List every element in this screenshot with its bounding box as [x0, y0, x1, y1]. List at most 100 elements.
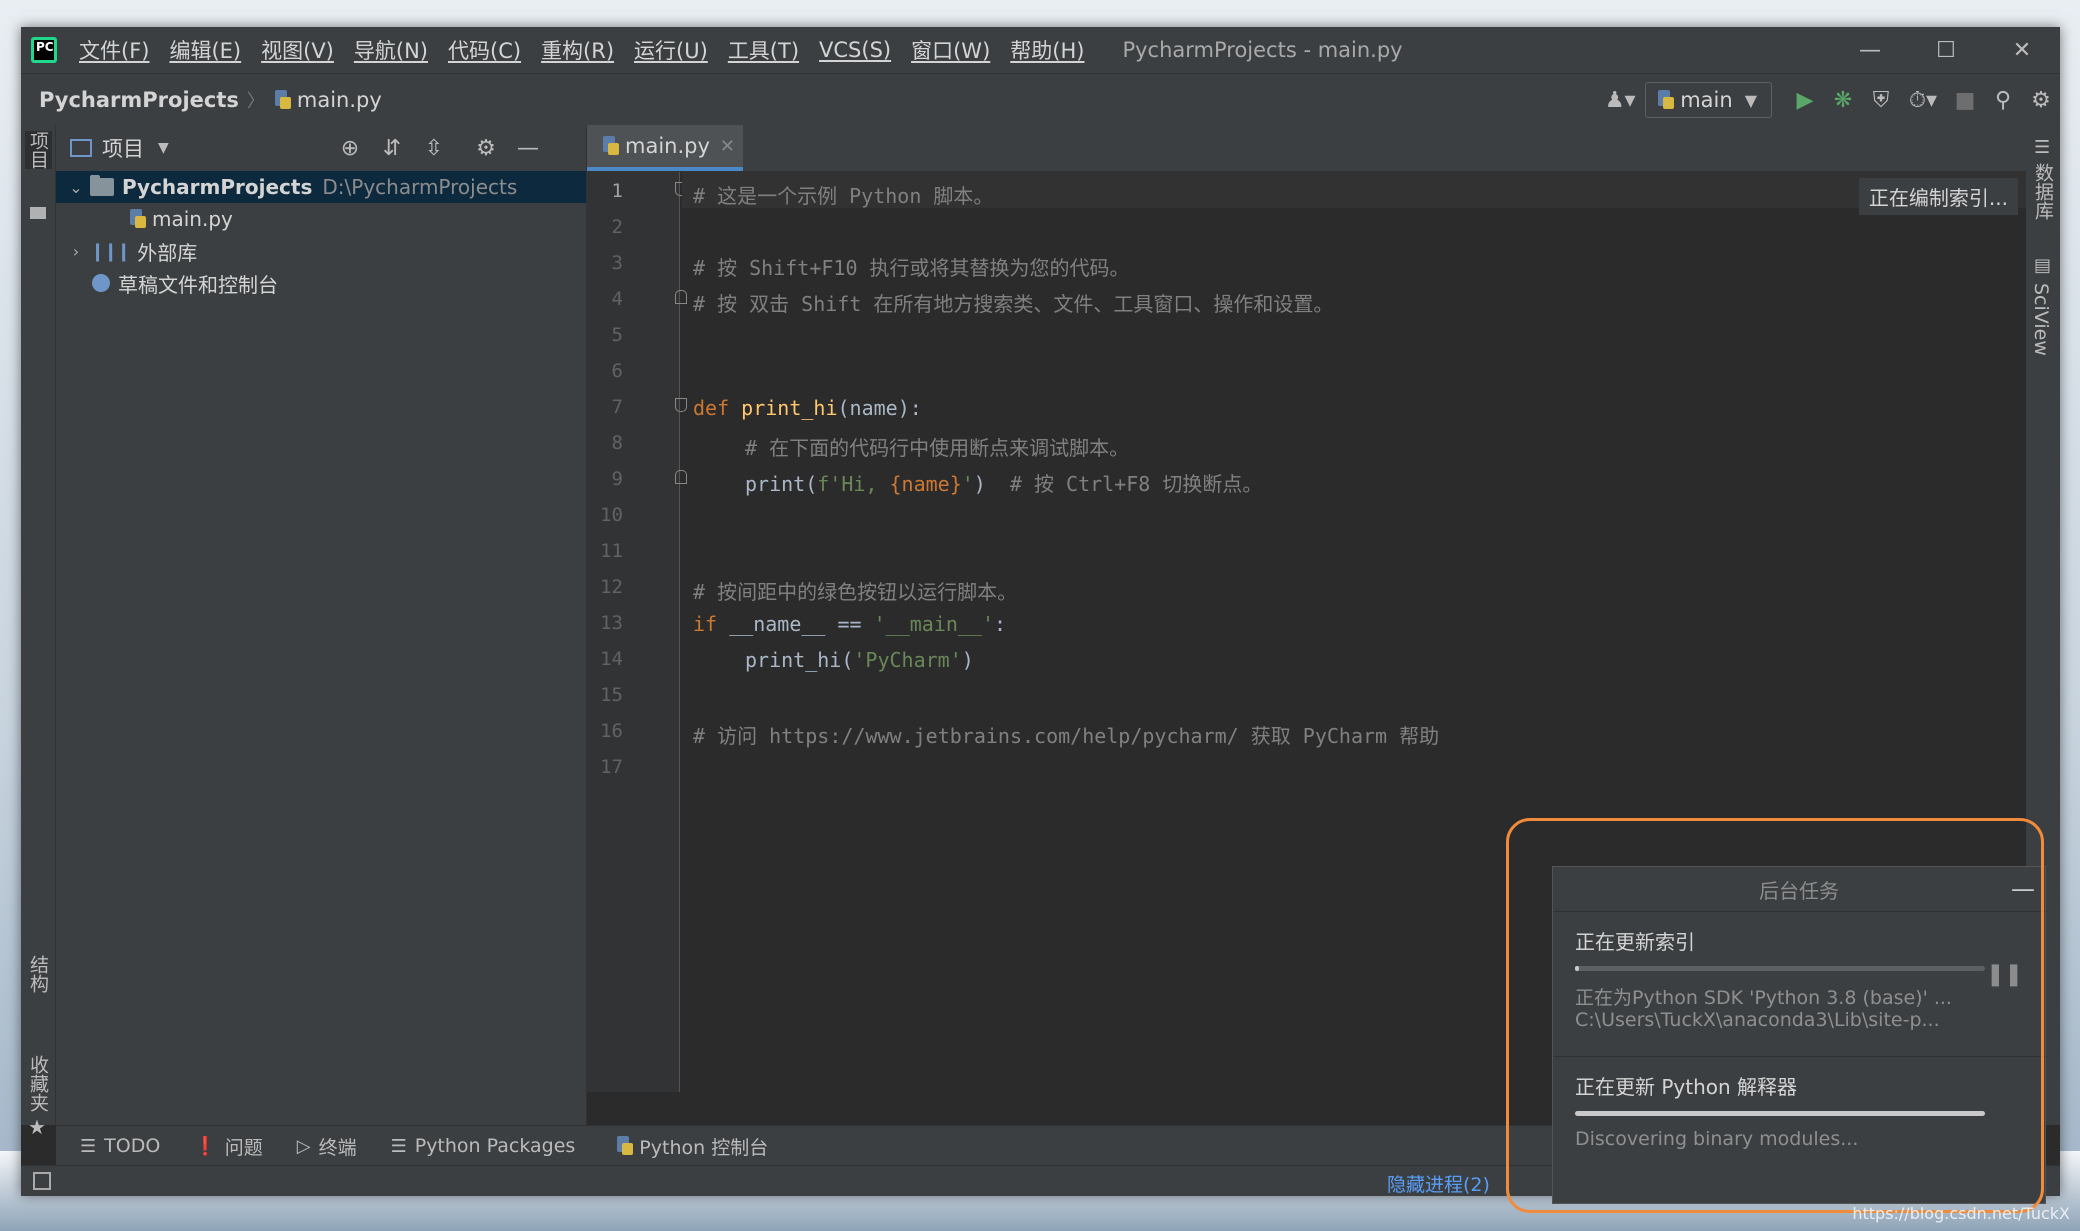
list-icon: ☰: [80, 1135, 97, 1157]
favorites-tool-tab[interactable]: 收藏夹: [25, 1055, 52, 1112]
hidden-processes-link[interactable]: 隐藏进程(2): [1387, 1170, 1490, 1197]
maximize-icon[interactable]: ☐: [1908, 27, 1984, 73]
debug-icon[interactable]: ❋: [1824, 74, 1862, 126]
terminal-tool-button[interactable]: ▷ 终端: [297, 1133, 357, 1160]
locate-icon[interactable]: ⊕: [330, 125, 370, 171]
navigation-bar: PycharmProjects 〉 main.py ♟▾ main ▼ ▶ ❋ …: [21, 73, 2060, 127]
window-title: PycharmProjects - main.py: [1122, 38, 1403, 62]
menu-help[interactable]: 帮助(H): [1000, 35, 1094, 65]
fold-marker-icon[interactable]: [675, 290, 687, 304]
logo-text: PC: [36, 40, 54, 54]
tab-main-py[interactable]: main.py ✕: [587, 125, 743, 171]
tab-label: main.py: [625, 134, 710, 158]
chevron-right-icon[interactable]: ›: [66, 242, 86, 261]
tree-item-main-py[interactable]: main.py: [56, 203, 586, 235]
toggle-tool-windows-icon[interactable]: [33, 1172, 51, 1190]
code-text: :: [994, 612, 1007, 636]
project-panel-header: 项目 ▼ ⊕ ⇵ ⇳ ⚙ —: [56, 125, 586, 171]
tool-label: 终端: [318, 1136, 357, 1159]
tool-label: Python 控制台: [639, 1136, 769, 1159]
sciview-icon: ▤: [2034, 255, 2052, 276]
indexing-status: 正在编制索引...: [1858, 178, 2018, 215]
project-tool-tab[interactable]: 项目: [25, 131, 52, 169]
code-interpolation: {name}: [889, 472, 962, 496]
close-icon[interactable]: ✕: [1984, 27, 2060, 73]
user-icon[interactable]: ♟▾: [1595, 74, 1645, 126]
tool-label: Python Packages: [414, 1135, 576, 1157]
python-icon: [615, 1136, 634, 1156]
menu-refactor[interactable]: 重构(R): [531, 35, 624, 65]
breadcrumb-file[interactable]: main.py: [297, 88, 382, 112]
collapse-all-icon[interactable]: ⇳: [414, 125, 454, 171]
menu-tools[interactable]: 工具(T): [718, 35, 809, 65]
tool-label: TODO: [104, 1135, 161, 1157]
menu-run[interactable]: 运行(U): [624, 35, 718, 65]
menu-code[interactable]: 代码(C): [438, 35, 531, 65]
layers-icon: ☰: [390, 1135, 407, 1157]
menu-file[interactable]: 文件(F): [69, 35, 159, 65]
menu-navigate[interactable]: 导航(N): [344, 35, 438, 65]
fold-marker-icon[interactable]: [675, 470, 687, 484]
run-config-select[interactable]: main ▼: [1645, 82, 1772, 118]
code-line-16: # 访问 https://www.jetbrains.com/help/pych…: [693, 724, 1440, 748]
coverage-icon[interactable]: ⛨: [1862, 74, 1900, 126]
chevron-down-icon[interactable]: ⌄: [66, 178, 86, 197]
structure-tool-tab[interactable]: 结构: [25, 955, 52, 993]
problems-tool-button[interactable]: ❗ 问题: [194, 1133, 262, 1160]
code-line-3: # 按 Shift+F10 执行或将其替换为您的代码。: [693, 256, 1130, 280]
project-panel-title[interactable]: 项目: [102, 133, 144, 163]
close-tab-icon[interactable]: ✕: [720, 136, 735, 157]
fold-marker-icon[interactable]: [675, 398, 687, 412]
tree-item-external-libs[interactable]: › ❙❙❙ 外部库: [56, 235, 586, 267]
breadcrumb-separator-icon: 〉: [246, 91, 265, 112]
python-console-tool-button[interactable]: Python 控制台: [615, 1133, 768, 1160]
todo-tool-button[interactable]: ☰ TODO: [80, 1135, 160, 1157]
library-icon: ❙❙❙: [90, 240, 131, 262]
tool-label: 问题: [224, 1136, 263, 1159]
menu-view[interactable]: 视图(V): [251, 35, 344, 65]
run-icon[interactable]: ▶: [1786, 74, 1824, 126]
line-number: 16: [600, 720, 623, 742]
menu-window[interactable]: 窗口(W): [901, 35, 1000, 65]
line-number: 12: [600, 576, 623, 598]
profile-icon[interactable]: ⏱▾: [1900, 74, 1946, 126]
code-text: ): [973, 472, 1010, 496]
tree-item-path: D:\PycharmProjects: [322, 175, 518, 199]
code-text: __name__ ==: [729, 612, 874, 636]
project-view-icon: [70, 139, 92, 157]
project-panel: 项目 ▼ ⊕ ⇵ ⇳ ⚙ — ⌄ PycharmProjects D:\Pych…: [56, 125, 587, 1125]
python-packages-tool-button[interactable]: ☰ Python Packages: [391, 1135, 576, 1157]
chevron-down-icon[interactable]: ▼: [158, 140, 169, 156]
code-keyword: if: [693, 612, 730, 636]
search-icon[interactable]: ⚲: [1984, 74, 2022, 126]
breadcrumb-project[interactable]: PycharmProjects: [39, 88, 239, 112]
menu-edit[interactable]: 编辑(E): [159, 35, 251, 65]
editor-gutter[interactable]: 1 2 3 4 5 6 7 8 9 10 11 12 13 14 15 16 1…: [587, 172, 687, 1092]
minimize-icon[interactable]: —: [1832, 27, 1908, 73]
code-function-name: print_hi: [741, 396, 838, 420]
tree-item-scratches[interactable]: 草稿文件和控制台: [56, 267, 586, 299]
warning-icon: ❗: [194, 1135, 217, 1157]
menu-vcs[interactable]: VCS(S): [809, 38, 901, 62]
line-number: 7: [611, 396, 623, 418]
code-text: print(: [745, 472, 818, 496]
line-number: 3: [611, 252, 623, 274]
settings-gear-icon[interactable]: ⚙: [2022, 74, 2060, 126]
code-text: print_hi(: [745, 648, 854, 672]
sciview-tool-tab[interactable]: SciView: [2030, 283, 2052, 356]
code-line-9: print(f'Hi, {name}') # 按 Ctrl+F8 切换断点。: [745, 468, 1262, 497]
stop-icon[interactable]: ■: [1946, 74, 1984, 126]
expand-all-icon[interactable]: ⇵: [372, 125, 412, 171]
line-number: 2: [611, 216, 623, 238]
database-tool-tab[interactable]: 数据库: [2030, 163, 2057, 220]
code-comment: # 按 Ctrl+F8 切换断点。: [1009, 472, 1263, 496]
code-line-14: print_hi('PyCharm'): [745, 648, 974, 672]
hide-icon[interactable]: —: [508, 125, 548, 171]
tree-item-root[interactable]: ⌄ PycharmProjects D:\PycharmProjects: [56, 171, 586, 203]
folder-icon: [30, 207, 46, 219]
line-number: 1: [611, 180, 623, 202]
gear-icon[interactable]: ⚙: [466, 125, 506, 171]
line-number: 8: [611, 432, 623, 454]
line-number: 6: [611, 360, 623, 382]
chevron-down-icon: ▼: [1744, 90, 1757, 110]
